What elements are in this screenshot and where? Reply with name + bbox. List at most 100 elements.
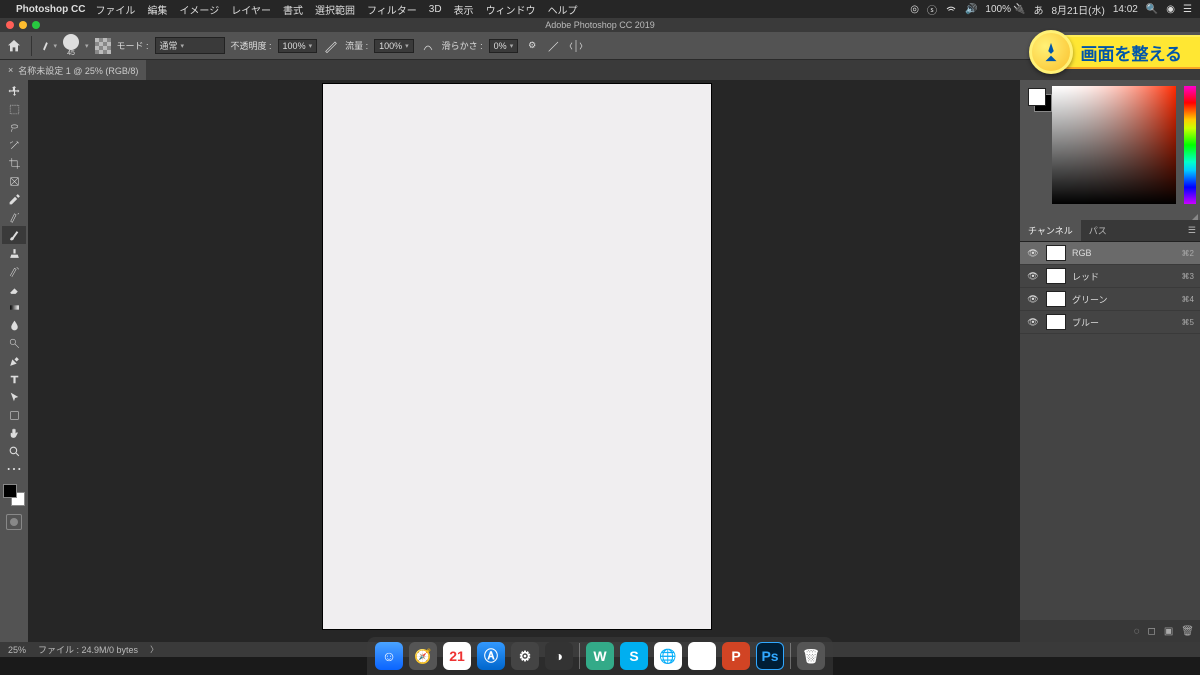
menu-edit[interactable]: 編集 [147,2,167,17]
delete-channel-icon[interactable]: 🗑 [1181,626,1194,637]
menu-layer[interactable]: レイヤー [231,2,271,17]
dock-app-2[interactable]: W [586,642,614,670]
visibility-icon[interactable]: 👁 [1026,271,1040,282]
menu-3d[interactable]: 3D [429,4,442,15]
tab-channels[interactable]: チャンネル [1020,220,1081,241]
dock-settings[interactable]: ⚙ [511,642,539,670]
pen-tool[interactable] [2,352,26,370]
brush-tool[interactable] [2,226,26,244]
visibility-icon[interactable]: 👁 [1026,248,1040,259]
hand-tool[interactable] [2,424,26,442]
airbrush-button[interactable] [420,38,436,54]
pressure-opacity-button[interactable] [323,38,339,54]
channel-row-rgb[interactable]: 👁 RGB ⌘2 [1020,242,1200,265]
dock-calendar[interactable]: 21 [443,642,471,670]
channel-row-green[interactable]: 👁 グリーン ⌘4 [1020,288,1200,311]
crop-tool[interactable] [2,154,26,172]
notification-center-icon[interactable]: ☰ [1183,4,1192,15]
quick-mask-button[interactable] [6,514,22,530]
blend-mode-dropdown[interactable]: 通常▾ [155,37,225,54]
brush-preset-picker[interactable]: 45 [63,34,79,57]
flow-input[interactable]: 100%▾ [374,39,414,53]
dock-app-1[interactable]: ◑ [545,642,573,670]
save-selection-icon[interactable]: ◻ [1148,626,1156,637]
type-tool[interactable] [2,370,26,388]
load-selection-icon[interactable]: ◌ [1134,626,1140,637]
status-skype-icon[interactable]: ⓢ [927,2,937,17]
menu-view[interactable]: 表示 [454,2,474,17]
brush-panel-button[interactable] [95,38,111,54]
dock-skype[interactable]: S [620,642,648,670]
history-brush-tool[interactable] [2,262,26,280]
color-field[interactable] [1052,86,1176,204]
zoom-tool[interactable] [2,442,26,460]
window-zoom-button[interactable] [32,21,40,29]
new-channel-icon[interactable]: ▣ [1164,626,1173,637]
dock-safari[interactable]: 🧭 [409,642,437,670]
dock-trash[interactable]: 🗑 [797,642,825,670]
visibility-icon[interactable]: 👁 [1026,317,1040,328]
color-swatches[interactable] [3,484,25,506]
menu-file[interactable]: ファイル [95,2,135,17]
window-close-button[interactable] [6,21,14,29]
magic-wand-tool[interactable] [2,136,26,154]
panel-menu-icon[interactable]: ☰ [1184,225,1200,236]
symmetry-button[interactable] [568,38,584,54]
fg-color-swatch[interactable] [1028,88,1046,106]
status-volume-icon[interactable]: 🔊 [965,4,977,15]
color-ramp-icon[interactable] [1192,214,1198,220]
shape-tool[interactable] [2,406,26,424]
dock-photoshop[interactable]: Ps [756,642,784,670]
eraser-tool[interactable] [2,280,26,298]
dock-finder[interactable]: ☺ [375,642,403,670]
dock-chrome[interactable]: 🌐 [654,642,682,670]
channel-row-red[interactable]: 👁 レッド ⌘3 [1020,265,1200,288]
frame-tool[interactable] [2,172,26,190]
lasso-tool[interactable] [2,118,26,136]
smoothing-gear-icon[interactable]: ⚙ [524,38,540,54]
status-wifi-icon[interactable] [945,3,957,15]
close-tab-icon[interactable]: × [8,65,13,75]
color-panel[interactable] [1020,80,1200,220]
dock-slack[interactable]: ✱ [688,642,716,670]
status-sync-icon[interactable]: ◎ [910,4,919,15]
brush-preset-chevron-icon[interactable]: ▾ [85,42,89,50]
clone-stamp-tool[interactable] [2,244,26,262]
document-tab[interactable]: × 名称未設定 1 @ 25% (RGB/8) [0,60,146,80]
visibility-icon[interactable]: 👁 [1026,294,1040,305]
siri-icon[interactable]: ◉ [1166,4,1175,15]
menu-image[interactable]: イメージ [179,2,219,17]
hue-slider[interactable] [1184,86,1196,204]
doc-info[interactable]: ファイル : 24.9M/0 bytes [38,643,138,656]
opacity-input[interactable]: 100%▾ [278,39,318,53]
edit-toolbar-button[interactable]: ⋯ [2,460,26,478]
status-battery[interactable]: 100% 🔌 [985,4,1025,15]
doc-info-chevron-icon[interactable]: 〉 [150,644,158,655]
spotlight-icon[interactable]: 🔍 [1146,4,1158,15]
tab-paths[interactable]: パス [1081,220,1115,241]
dock-powerpoint[interactable]: P [722,642,750,670]
smoothing-input[interactable]: 0%▾ [489,39,519,53]
tool-preset-picker[interactable]: ▾ [41,38,57,54]
menu-help[interactable]: ヘルプ [548,2,578,17]
dodge-tool[interactable] [2,334,26,352]
dock-appstore[interactable]: Ⓐ [477,642,505,670]
home-button[interactable] [6,38,22,54]
menu-window[interactable]: ウィンドウ [486,2,536,17]
channel-row-blue[interactable]: 👁 ブルー ⌘5 [1020,311,1200,334]
document-canvas[interactable] [323,84,711,629]
eyedropper-tool[interactable] [2,190,26,208]
gradient-tool[interactable] [2,298,26,316]
menu-filter[interactable]: フィルター [367,2,417,17]
path-selection-tool[interactable] [2,388,26,406]
pressure-size-button[interactable] [546,38,562,54]
healing-brush-tool[interactable] [2,208,26,226]
status-ime-icon[interactable]: あ [1033,2,1043,17]
blur-tool[interactable] [2,316,26,334]
menu-type[interactable]: 書式 [283,2,303,17]
marquee-tool[interactable] [2,100,26,118]
move-tool[interactable] [2,82,26,100]
zoom-level[interactable]: 25% [8,645,26,655]
app-name-menu[interactable]: Photoshop CC [16,4,85,15]
window-minimize-button[interactable] [19,21,27,29]
